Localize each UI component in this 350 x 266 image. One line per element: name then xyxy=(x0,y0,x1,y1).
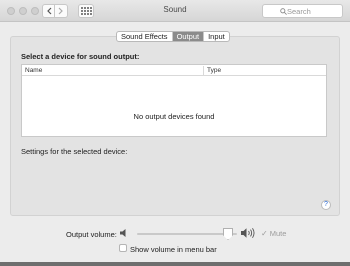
desktop-strip xyxy=(0,262,350,266)
speaker-low-icon xyxy=(120,229,126,237)
tab-sound-effects[interactable]: Sound Effects xyxy=(117,32,173,41)
help-button[interactable]: ? xyxy=(321,200,331,210)
device-select-heading: Select a device for sound output: xyxy=(21,52,140,61)
search-field[interactable]: Search xyxy=(262,4,343,18)
output-volume-label: Output volume: xyxy=(66,230,117,239)
table-header: Name Type xyxy=(22,65,326,76)
search-icon xyxy=(280,8,287,15)
tab-input[interactable]: Input xyxy=(204,32,229,41)
mute-label: Mute xyxy=(269,229,287,238)
tab-output[interactable]: Output xyxy=(172,32,205,41)
show-volume-checkbox[interactable] xyxy=(119,244,127,252)
volume-slider[interactable] xyxy=(137,233,237,235)
tab-bar: Sound Effects Output Input xyxy=(116,31,230,42)
show-volume-label: Show volume in menu bar xyxy=(130,245,217,254)
title-bar: Sound Search xyxy=(0,0,350,22)
volume-slider-thumb[interactable] xyxy=(223,228,233,240)
mute-checkbox[interactable]: ✓ Mute xyxy=(261,229,286,238)
speaker-high-icon xyxy=(241,227,255,239)
checkmark-icon: ✓ xyxy=(261,229,268,238)
column-header-name[interactable]: Name xyxy=(25,67,42,74)
search-input[interactable]: Search xyxy=(287,7,311,16)
empty-message: No output devices found xyxy=(133,112,215,121)
column-divider xyxy=(203,66,204,75)
settings-label: Settings for the selected device: xyxy=(21,147,128,156)
output-devices-table[interactable]: Name Type No output devices found xyxy=(21,64,327,137)
column-header-type[interactable]: Type xyxy=(207,67,221,74)
